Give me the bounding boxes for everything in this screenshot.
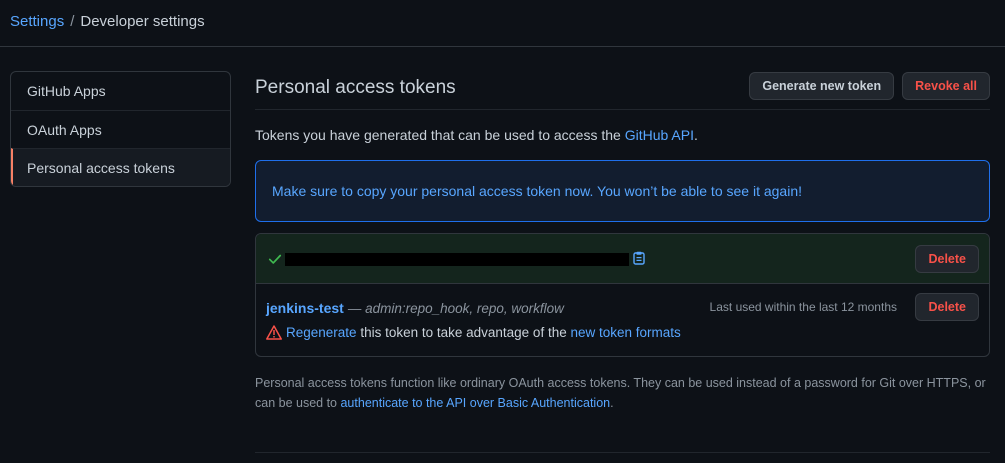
token-last-used: Last used within the last 12 months	[709, 300, 897, 314]
breadcrumb-separator: /	[70, 12, 75, 30]
token-list: Delete jenkins-test — admin:repo_hook, r…	[255, 233, 990, 357]
intro-text: Tokens you have generated that can be us…	[255, 127, 990, 143]
new-token-row: Delete	[256, 234, 989, 284]
token-scopes: — admin:repo_hook, repo, workflow	[347, 301, 564, 316]
delete-token-button[interactable]: Delete	[915, 293, 979, 321]
header-divider	[0, 46, 1005, 47]
sidebar-item-label: GitHub Apps	[27, 83, 106, 99]
regenerate-text: this token to take advantage of the	[356, 325, 571, 340]
generate-new-token-button[interactable]: Generate new token	[749, 72, 895, 100]
redacted-token-value	[285, 253, 629, 266]
sidebar-item-oauth-apps[interactable]: OAuth Apps	[11, 110, 230, 148]
sidebar-item-label: Personal access tokens	[27, 159, 175, 176]
revoke-all-button[interactable]: Revoke all	[902, 72, 990, 100]
page-title: Personal access tokens	[255, 77, 456, 98]
header-actions: Generate new token Revoke all	[749, 72, 990, 100]
settings-sidebar: GitHub Apps OAuth Apps Personal access t…	[10, 71, 231, 187]
regenerate-link[interactable]: Regenerate	[286, 325, 357, 340]
breadcrumb-current: Developer settings	[80, 12, 205, 30]
sidebar-item-label: OAuth Apps	[27, 121, 102, 138]
github-api-link[interactable]: GitHub API	[625, 127, 694, 143]
intro-text-prefix: Tokens you have generated that can be us…	[255, 127, 625, 143]
new-token-formats-link[interactable]: new token formats	[570, 325, 680, 340]
footer-divider	[255, 452, 990, 453]
main-content: Personal access tokens Generate new toke…	[255, 71, 990, 413]
page-header: Personal access tokens Generate new toke…	[255, 71, 990, 110]
check-icon	[268, 254, 282, 264]
copy-token-flash: Make sure to copy your personal access t…	[255, 160, 990, 222]
intro-text-suffix: .	[693, 127, 698, 143]
sidebar-item-personal-access-tokens[interactable]: Personal access tokens	[11, 148, 230, 186]
token-row-jenkins-test: jenkins-test — admin:repo_hook, repo, wo…	[256, 284, 989, 356]
breadcrumb: Settings / Developer settings	[10, 11, 205, 31]
token-info: jenkins-test — admin:repo_hook, repo, wo…	[266, 300, 564, 316]
tokens-footnote: Personal access tokens function like ord…	[255, 373, 990, 413]
basic-auth-link[interactable]: authenticate to the API over Basic Authe…	[340, 396, 610, 410]
delete-new-token-button[interactable]: Delete	[915, 244, 979, 273]
sidebar-item-github-apps[interactable]: GitHub Apps	[11, 72, 230, 110]
alert-icon	[266, 325, 282, 340]
regenerate-notice: Regenerate this token to take advantage …	[266, 325, 681, 340]
flash-message: Make sure to copy your personal access t…	[272, 183, 802, 199]
clipboard-icon[interactable]	[633, 251, 645, 265]
token-name-link[interactable]: jenkins-test	[266, 300, 344, 316]
breadcrumb-settings-link[interactable]: Settings	[10, 13, 64, 30]
footnote-suffix: .	[610, 396, 614, 410]
